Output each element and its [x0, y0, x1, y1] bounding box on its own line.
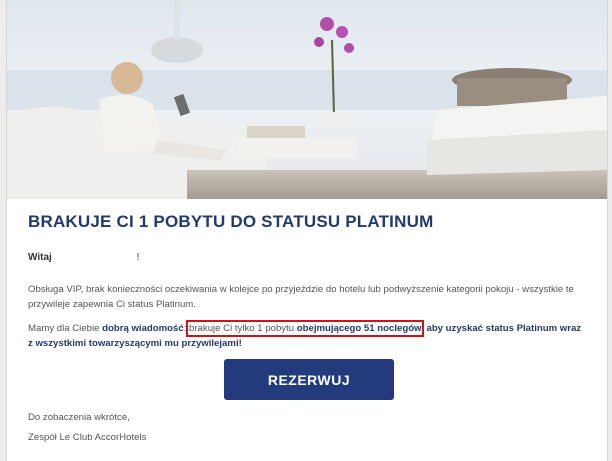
book-button[interactable]: REZERWUJ [224, 359, 394, 400]
good-news-paragraph: Mamy dla Ciebie dobrą wiadomość: brakuje… [28, 320, 583, 351]
signature-text: Zespół Le Club AccorHotels [28, 432, 147, 443]
email-card: BRAKUJE CI 1 POBYTU DO STATUSU PLATINUM … [6, 0, 608, 461]
greeting-salutation: Witaj [28, 252, 52, 263]
stay-requirement-text: brakuje Ci tylko 1 pobytu [189, 323, 297, 334]
hero-photo [7, 0, 607, 199]
nights-requirement-text: obejmującego 51 noclegów [296, 323, 422, 334]
greeting: Witaj ! [28, 252, 139, 263]
signoff-text: Do zobaczenia wkrótce, [28, 412, 130, 423]
good-news-label: dobrą wiadomość [102, 323, 184, 334]
good-news-intro: Mamy dla Ciebie [28, 323, 103, 334]
greeting-punctuation: ! [136, 252, 140, 263]
highlighted-stay-requirement: brakuje Ci tylko 1 pobytu obejmującego 5… [186, 320, 425, 337]
benefits-paragraph: Obsługa VIP, brak konieczności oczekiwan… [28, 284, 574, 310]
email-headline: BRAKUJE CI 1 POBYTU DO STATUSU PLATINUM [28, 212, 434, 231]
hero-image [7, 0, 607, 199]
